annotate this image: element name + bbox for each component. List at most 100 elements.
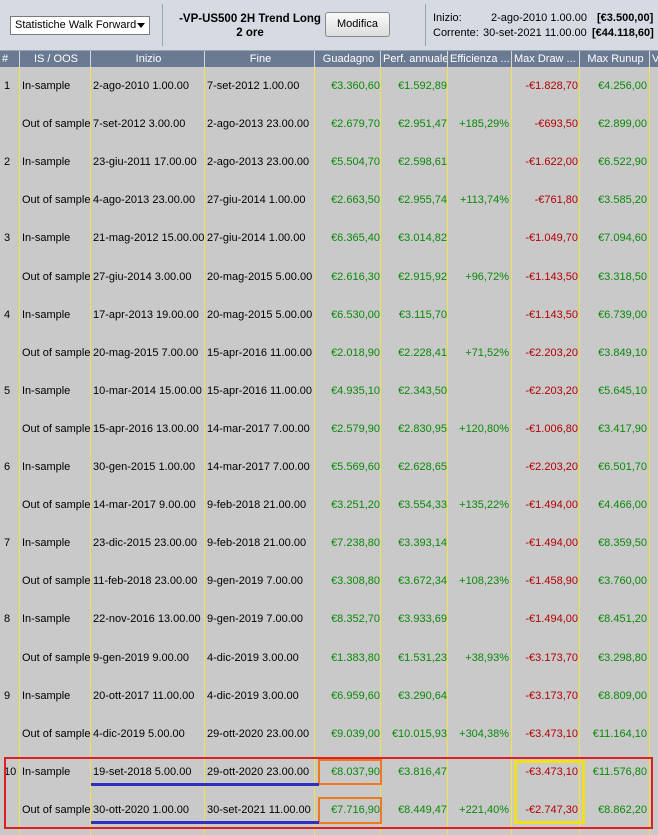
table-row[interactable]: Out of sample 9-gen-2019 9.00.00 4-dic-201… [0,639,658,677]
modify-button[interactable]: Modifica [325,12,390,37]
row-start-date: 2-ago-2010 1.00.00 [93,80,190,92]
row-max-drawdown: -€1.494,00 [525,537,578,550]
row-max-runup: €3.760,00 [598,575,647,588]
row-type: Out of sample [22,499,91,512]
table-row[interactable]: 5 In-sample 10-mar-2014 15.00.00 15-apr-201… [0,372,658,410]
row-max-runup: €3.318,50 [598,270,647,283]
row-type: In-sample [22,613,71,626]
row-max-drawdown: -€1.828,70 [525,80,578,92]
row-start-date: 21-mag-2012 15.00.00 [93,232,205,245]
row-end-date: 4-dic-2019 3.00.00 [207,651,299,664]
row-max-drawdown: -€3.173,70 [525,689,578,702]
row-max-runup: €4.466,00 [598,499,647,512]
view-select[interactable]: Statistiche Walk Forward [10,16,150,35]
row-end-date: 15-apr-2016 11.00.00 [207,346,312,359]
table-row[interactable]: 4 In-sample 17-apr-2013 19.00.00 20-mag-201… [0,296,658,334]
row-number: 3 [4,232,11,245]
col-header-max-drawdown[interactable]: Max Draw ... [512,51,580,67]
row-type: In-sample [22,537,71,550]
row-gain: €6.959,60 [331,689,380,702]
table-row[interactable]: 8 In-sample 22-nov-2016 13.00.00 9-gen-2019… [0,600,658,638]
table-row[interactable]: Out of sample 11-feb-2018 23.00.00 9-gen-2… [0,562,658,600]
row-end-date: 27-giu-2014 1.00.00 [207,232,306,245]
table-row[interactable]: 7 In-sample 23-dic-2015 23.00.00 9-feb-2018… [0,524,658,562]
row-efficiency: +113,74% [459,194,509,207]
row-max-runup: €7.094,60 [598,232,647,245]
row-gain: €8.352,70 [331,613,380,626]
row-type: Out of sample [22,727,91,740]
row-max-drawdown: -€2.203,20 [525,461,578,473]
row-max-drawdown: -€2.203,20 [525,346,578,359]
row-max-drawdown: -€1.049,70 [525,232,578,245]
row-start-date: 23-dic-2015 23.00.00 [93,537,197,550]
row-gain: €9.039,00 [331,727,380,740]
table-row[interactable]: Out of sample 20-mag-2015 7.00.00 15-apr-2… [0,334,658,372]
row-number: 1 [4,80,11,92]
row-number: 9 [4,689,11,702]
highlight-gain-is-box [318,759,382,785]
row-end-date: 9-feb-2018 21.00.00 [207,499,307,512]
table-row[interactable]: 2 In-sample 23-giu-2011 17.00.00 2-ago-2013… [0,143,658,181]
highlight-gain-oos-box [318,797,382,824]
col-header-is-oos[interactable]: IS / OOS [20,51,91,67]
row-annual-perf: €2.915,92 [398,270,447,283]
row-gain: €2.579,90 [331,422,380,435]
table-row[interactable]: Out of sample 15-apr-2016 13.00.00 14-mar-… [0,410,658,448]
row-efficiency: +108,23% [459,575,509,588]
row-gain: €2.616,30 [331,270,380,283]
row-max-runup: €3.849,10 [598,346,647,359]
row-end-date: 27-giu-2014 1.00.00 [207,194,306,207]
row-start-date: 4-ago-2013 23.00.00 [93,194,196,207]
row-annual-perf: €2.228,41 [398,346,447,359]
table-row[interactable]: 9 In-sample 20-ott-2017 11.00.00 4-dic-2019… [0,677,658,715]
row-max-runup: €5.645,10 [598,384,647,397]
col-header-end[interactable]: Fine [205,51,315,67]
col-header-v[interactable]: V [650,51,658,67]
table-header: # IS / OOS Inizio Fine Guadagno Perf. an… [0,51,658,67]
underline-dates-oos [91,821,319,824]
table-row[interactable]: Out of sample 4-ago-2013 23.00.00 27-giu-2… [0,181,658,219]
row-efficiency: +71,52% [465,346,509,359]
table-row[interactable]: 3 In-sample 21-mag-2012 15.00.00 27-giu-201… [0,219,658,257]
col-header-start[interactable]: Inizio [91,51,205,67]
table-row[interactable]: Out of sample 14-mar-2017 9.00.00 9-feb-20… [0,486,658,524]
row-efficiency: +185,29% [459,118,509,131]
toolbar: Statistiche Walk Forward -VP-US500 2H Tr… [0,0,658,51]
row-max-drawdown: -€2.203,20 [525,384,578,397]
row-end-date: 7-set-2012 1.00.00 [207,80,300,92]
col-header-efficiency[interactable]: Efficienza ... [448,51,512,67]
col-header-max-runup[interactable]: Max Runup [580,51,650,67]
row-type: Out of sample [22,651,91,664]
table-row[interactable]: Out of sample 4-dic-2019 5.00.00 29-ott-20… [0,715,658,753]
start-value: [€3.500,00] [597,12,654,24]
view-select-value: Statistiche Walk Forward [15,19,137,31]
row-max-runup: €3.298,80 [598,651,647,664]
chevron-down-icon[interactable] [137,23,145,28]
row-start-date: 30-gen-2015 1.00.00 [93,461,196,473]
row-gain: €3.251,20 [331,499,380,512]
col-header-num[interactable]: # [0,51,20,67]
row-annual-perf: €3.554,33 [398,499,447,512]
toolbar-separator [162,4,163,46]
col-header-gain[interactable]: Guadagno [315,51,381,67]
row-max-runup: €8.451,20 [598,613,647,626]
row-end-date: 2-ago-2013 23.00.00 [207,118,310,131]
row-start-date: 27-giu-2014 3.00.00 [93,270,192,283]
row-type: In-sample [22,461,71,473]
row-annual-perf: €10.015,93 [391,727,447,740]
row-gain: €5.569,60 [331,461,380,473]
row-end-date: 4-dic-2019 3.00.00 [207,689,299,702]
row-max-drawdown: -€3.173,70 [525,651,578,664]
current-value: [€44.118,60] [592,27,654,39]
row-annual-perf: €3.290,64 [398,689,447,702]
row-end-date: 15-apr-2016 11.00.00 [207,384,312,397]
col-header-annual-perf[interactable]: Perf. annuale [381,51,448,67]
table-row[interactable]: 1 In-sample 2-ago-2010 1.00.00 7-set-2012 1… [0,67,658,105]
row-gain: €5.504,70 [331,156,380,169]
row-annual-perf: €3.115,70 [398,308,447,321]
row-annual-perf: €2.343,50 [398,384,447,397]
table-row[interactable]: 6 In-sample 30-gen-2015 1.00.00 14-mar-2017… [0,448,658,486]
table-row[interactable]: Out of sample 27-giu-2014 3.00.00 20-mag-2… [0,258,658,296]
table-row[interactable]: Out of sample 7-set-2012 3.00.00 2-ago-201… [0,105,658,143]
row-type: In-sample [22,384,71,397]
